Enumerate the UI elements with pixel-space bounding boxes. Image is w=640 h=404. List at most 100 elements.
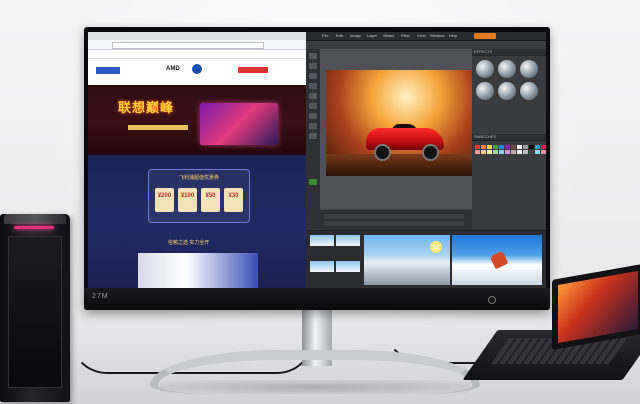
color-swatch: [505, 145, 510, 149]
car-rear-wheel: [422, 144, 439, 161]
menu-item-window: Window: [430, 33, 445, 38]
monitor-bottom-bezel: [84, 288, 550, 310]
coupon-value: ¥100: [180, 193, 195, 199]
effect-thumb: [498, 60, 516, 78]
coupon-value: ¥200: [157, 193, 172, 199]
color-swatch: [517, 150, 522, 154]
brush-tool-icon: [309, 103, 317, 109]
layers-panel: [320, 209, 472, 230]
cable-car-photo: [364, 235, 450, 285]
menu-item-file: File: [322, 33, 329, 38]
swatches-panel-header: SWATCHES: [472, 134, 546, 141]
pc-tower: [0, 214, 70, 402]
swatch-grid: [472, 141, 546, 158]
sun-icon: [430, 241, 442, 253]
coupon-item: ¥100: [178, 188, 197, 212]
brand-logo-strip: AMD: [88, 59, 306, 85]
coupon-title: 飞利浦超值优惠券: [178, 175, 219, 181]
pc-tower-led-light: [14, 226, 54, 229]
effects-panel-header: EFFECTS: [472, 49, 546, 56]
color-swatch: [475, 145, 480, 149]
browser-bookmarks-bar: [88, 50, 306, 59]
browser-address-bar: [112, 42, 264, 49]
effect-thumb: [520, 82, 538, 100]
magic-wand-tool-icon: [309, 83, 317, 89]
menu-item-view: View: [417, 33, 426, 38]
skier: [489, 250, 509, 270]
menu-item-image: Image: [350, 33, 362, 38]
menu-item-layer: Layer: [367, 33, 378, 38]
effect-thumb: [498, 82, 516, 100]
product-card-image: [138, 253, 258, 288]
marquee-tool-icon: [309, 63, 317, 69]
thumbnail: [336, 261, 360, 272]
section-title: 信赖之选 实力全开: [168, 240, 210, 246]
product-photo-scene: 27M AMD 联想巅峰 飞利浦超值优惠券 ¥200 ¥100 ¥50 ¥30 …: [0, 0, 640, 404]
zoom-tool-icon: [309, 133, 317, 139]
ski-jump-photo: [452, 235, 542, 285]
philips-logo: [96, 67, 120, 74]
monitor-stand-base: [150, 350, 480, 396]
coupon-box: 飞利浦超值优惠券 ¥200 ¥100 ¥50 ¥30: [148, 169, 250, 223]
amd-logo: AMD: [166, 66, 180, 72]
color-swatch: [541, 145, 546, 149]
screen-right-photo-editor: File Edit Image Layer Select Filter View…: [306, 32, 546, 288]
editor-right-panel: EFFECTS SWATCHES: [472, 49, 546, 229]
thumbnail-grid: [310, 235, 360, 285]
color-swatch: [529, 145, 534, 149]
car-front-wheel: [374, 144, 391, 161]
coupon-section: 飞利浦超值优惠券 ¥200 ¥100 ¥50 ¥30 信赖之选 实力全开: [88, 155, 306, 288]
color-swatch: [487, 150, 492, 154]
color-swatch: [511, 145, 516, 149]
color-swatch: [529, 150, 534, 154]
color-swatch: [493, 150, 498, 154]
menu-item-filter: Filter: [401, 33, 410, 38]
menu-item-help: Help: [449, 33, 458, 38]
color-swatch: [487, 145, 492, 149]
effects-grid: [472, 56, 546, 104]
color-swatch: [535, 150, 540, 154]
photo-bin: [306, 230, 546, 288]
monitor-brand-label: 27M: [92, 293, 109, 300]
coupon-value: ¥30: [228, 193, 239, 199]
color-swatch: [523, 145, 528, 149]
editor-create-button: [474, 33, 496, 39]
sports-car-photo: [326, 70, 472, 176]
menu-item-select: Select: [383, 33, 395, 38]
pc-tower-top: [4, 214, 66, 224]
promo-laptop-image: [200, 103, 278, 145]
monitor-power-button: [488, 296, 496, 304]
layer-row: [324, 214, 464, 219]
coupon-item: ¥30: [224, 188, 243, 212]
promo-banner: 联想巅峰: [88, 85, 306, 155]
color-swatch: [505, 150, 510, 154]
brand-mark-icon: [192, 64, 202, 74]
effect-thumb: [520, 60, 538, 78]
thumbnail: [310, 261, 334, 272]
crop-tool-icon: [309, 93, 317, 99]
store-logo: [238, 67, 268, 73]
color-swatch: [499, 145, 504, 149]
color-swatch: [523, 150, 528, 154]
color-swatch: [541, 150, 546, 154]
foreground-color-icon: [309, 179, 317, 185]
effect-thumb: [476, 82, 494, 100]
coupon-value: ¥50: [205, 193, 216, 199]
color-swatch: [475, 150, 480, 154]
thumbnail: [310, 235, 334, 246]
color-swatch: [481, 145, 486, 149]
eraser-tool-icon: [309, 113, 317, 119]
coupon-item: ¥50: [201, 188, 220, 212]
color-swatch: [517, 145, 522, 149]
pc-tower-front-panel: [8, 236, 62, 388]
menu-item-edit: Edit: [336, 33, 343, 38]
editor-toolbox: [306, 49, 320, 229]
coupon-item: ¥200: [155, 188, 174, 212]
layer-row: [324, 221, 464, 226]
color-swatch: [493, 145, 498, 149]
effect-thumb: [476, 60, 494, 78]
color-swatch: [535, 145, 540, 149]
coupon-list: ¥200 ¥100 ¥50 ¥30: [155, 188, 243, 212]
garage-floor: [326, 154, 472, 176]
promo-title: 联想巅峰: [118, 100, 175, 115]
